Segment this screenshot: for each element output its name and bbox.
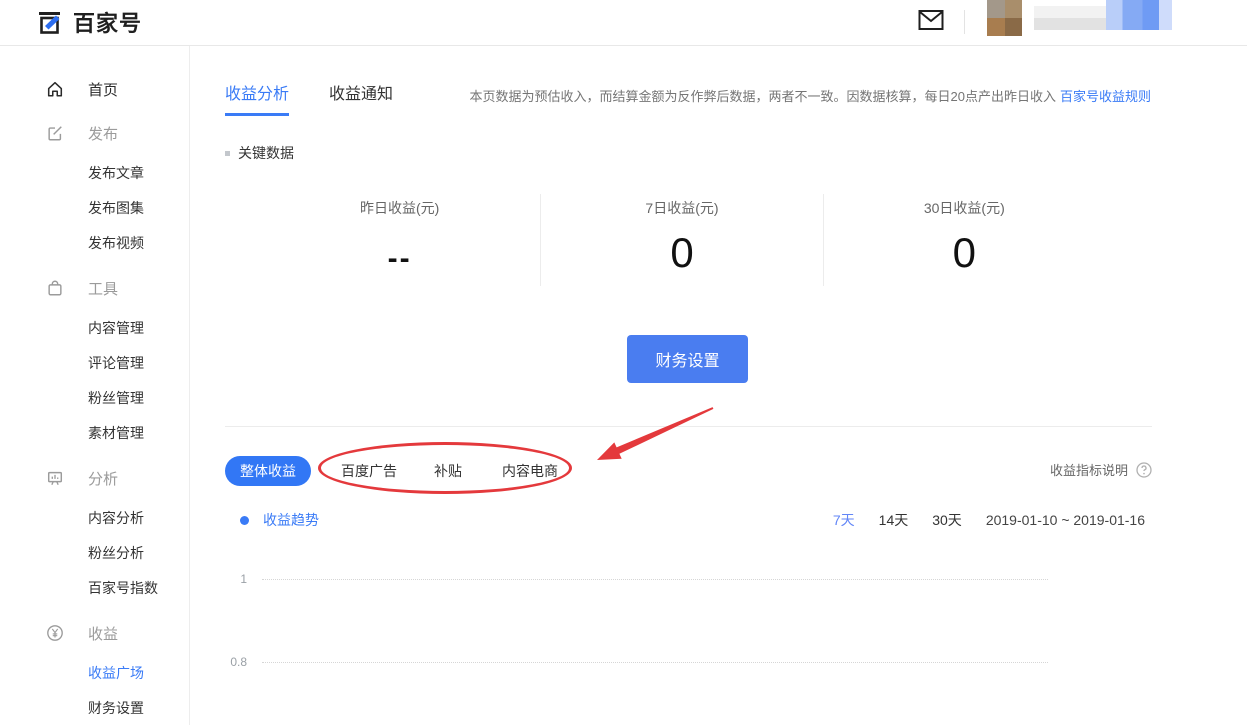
sidebar-item-baijiahao-index[interactable]: 百家号指数 [0,570,189,605]
income-rules-link[interactable]: 百家号收益规则 [1060,89,1151,104]
notice-text: 本页数据为预估收入，而结算金额为反作弊后数据，两者不一致。因数据核算，每日20点… [470,89,1056,104]
sidebar-item-publish-article[interactable]: 发布文章 [0,155,189,190]
stat-label: 30日收益(元) [824,198,1105,218]
sidebar-item-label: 首页 [88,79,118,100]
date-range-label: 2019-01-10 ~ 2019-01-16 [986,512,1145,528]
sidebar-item-label: 内容分析 [88,508,144,528]
baijiahao-logo-icon [36,9,63,36]
sidebar-section-income[interactable]: 收益 [0,611,189,655]
filter-overall-income[interactable]: 整体收益 [225,456,311,486]
avatar-mosaic-cell [987,0,1005,18]
sidebar-item-label: 发布视频 [88,233,144,253]
stat-value: 0 [541,232,822,274]
square-bullet-icon [225,151,230,156]
sidebar-item-comment-mgmt[interactable]: 评论管理 [0,345,189,380]
filter-baidu-ads[interactable]: 百度广告 [341,456,397,486]
sidebar-item-label: 百家号指数 [88,578,158,598]
sidebar-item-publish-gallery[interactable]: 发布图集 [0,190,189,225]
sidebar-item-label: 收益 [88,623,118,644]
chart-gridline-row: 1 [190,572,1247,586]
dotted-gridline [262,662,1048,663]
sidebar-item-income-plaza[interactable]: 收益广场 [0,655,189,690]
range-14d[interactable]: 14天 [879,510,909,530]
sidebar-item-finance-settings[interactable]: 财务设置 [0,690,189,725]
stat-label: 7日收益(元) [541,198,822,218]
sidebar-item-label: 粉丝分析 [88,543,144,563]
filter-content-ecommerce[interactable]: 内容电商 [502,456,558,486]
logo-text: 百家号 [73,6,142,38]
income-metrics-help[interactable]: 收益指标说明 [1050,460,1152,479]
tab-income-analysis[interactable]: 收益分析 [225,80,289,116]
help-label: 收益指标说明 [1050,460,1128,479]
range-30d[interactable]: 30天 [932,510,962,530]
user-avatar-blurred[interactable] [987,0,1022,36]
sidebar-item-label: 内容管理 [88,318,144,338]
sidebar-item-label: 收益广场 [88,663,144,683]
stat-value: -- [259,244,540,274]
legend-dot-icon [240,516,249,525]
stat-30day-income: 30日收益(元) 0 [823,194,1105,286]
sidebar-item-label: 发布图集 [88,198,144,218]
sidebar-item-material-mgmt[interactable]: 素材管理 [0,415,189,450]
stat-value: 0 [824,232,1105,274]
avatar-mosaic-cell [987,18,1005,36]
sidebar-section-tools[interactable]: 工具 [0,266,189,310]
user-name-blurred[interactable] [1034,6,1106,30]
chart-gridline-row: 0.8 [190,655,1247,669]
sidebar-item-label: 分析 [88,468,118,489]
dotted-gridline [262,579,1048,580]
finance-settings-button[interactable]: 财务设置 [627,335,748,383]
analysis-board-icon [46,469,64,487]
y-axis-tick-label: 0.8 [210,655,247,669]
sidebar-item-label: 发布 [88,123,118,144]
user-badge-blurred[interactable] [1106,0,1172,30]
sidebar-item-label: 评论管理 [88,353,144,373]
stat-label: 昨日收益(元) [259,198,540,218]
trend-range-controls: 7天 14天 30天 2019-01-10 ~ 2019-01-16 [833,510,1145,530]
question-circle-icon[interactable] [1136,462,1152,478]
sidebar-item-label: 素材管理 [88,423,144,443]
stat-yesterday-income: 昨日收益(元) -- [259,194,540,286]
sidebar-item-label: 财务设置 [88,698,144,718]
key-data-section-header: 关键数据 [225,143,294,163]
publish-icon [46,124,64,142]
sidebar-item-content-analysis[interactable]: 内容分析 [0,500,189,535]
sidebar-section-publish[interactable]: 发布 [0,111,189,155]
y-axis-tick-label: 1 [210,572,247,586]
sidebar-item-label: 粉丝管理 [88,388,144,408]
filter-subsidy[interactable]: 补贴 [434,456,462,486]
range-7d[interactable]: 7天 [833,510,855,530]
toolbox-icon [46,279,64,297]
sidebar-item-label: 发布文章 [88,163,144,183]
baijiahao-logo[interactable]: 百家号 [36,6,142,38]
section-divider [225,426,1152,427]
sidebar-item-label: 工具 [88,278,118,299]
key-data-stats: 昨日收益(元) -- 7日收益(元) 0 30日收益(元) 0 [259,194,1105,286]
stat-7day-income: 7日收益(元) 0 [540,194,822,286]
section-title: 关键数据 [238,143,294,163]
main-content: 收益分析 收益通知 本页数据为预估收入，而结算金额为反作弊后数据，两者不一致。因… [190,46,1247,725]
sidebar-item-content-mgmt[interactable]: 内容管理 [0,310,189,345]
trend-legend-label[interactable]: 收益趋势 [263,510,319,530]
sidebar-item-fans-mgmt[interactable]: 粉丝管理 [0,380,189,415]
sidebar-section-analysis[interactable]: 分析 [0,456,189,500]
top-header: 百家号 [0,0,1247,46]
home-icon [46,80,64,98]
avatar-mosaic-cell [1005,0,1023,18]
header-divider [964,10,965,34]
sidebar-nav: 首页 发布 发布文章 发布图集 发布视频 工具 内容管理 评论管理 粉丝管理 素… [0,46,190,725]
sidebar-item-publish-video[interactable]: 发布视频 [0,225,189,260]
page-notice: 本页数据为预估收入，而结算金额为反作弊后数据，两者不一致。因数据核算，每日20点… [470,86,1151,105]
tab-income-notice[interactable]: 收益通知 [329,80,393,113]
avatar-mosaic-cell [1005,18,1023,36]
sidebar-item-home[interactable]: 首页 [0,67,189,111]
sidebar-item-fans-analysis[interactable]: 粉丝分析 [0,535,189,570]
mail-icon[interactable] [918,9,944,31]
trend-legend: 收益趋势 [240,510,319,530]
yuan-circle-icon [46,624,64,642]
